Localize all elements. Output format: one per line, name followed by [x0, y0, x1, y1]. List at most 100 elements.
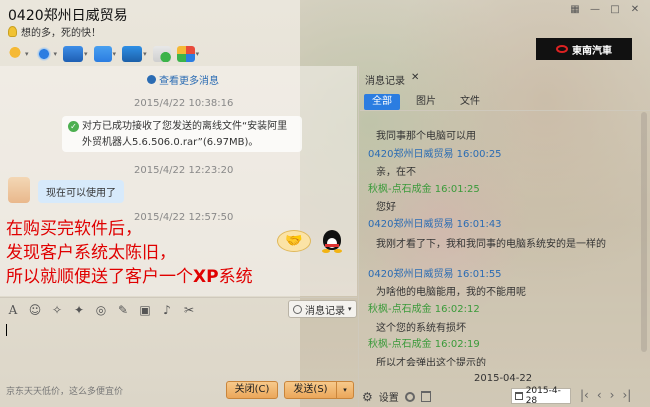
- close-button[interactable]: 关闭(C): [226, 381, 278, 399]
- folder-icon: [93, 46, 112, 62]
- gear-icon[interactable]: ⚙: [362, 390, 373, 404]
- contact-signature: 想的多，死的快！: [21, 28, 101, 39]
- next-page-icon[interactable]: ›: [610, 388, 615, 402]
- lightbulb-icon: [8, 26, 17, 37]
- last-page-icon[interactable]: ›|: [622, 388, 631, 402]
- text-cursor: [6, 324, 7, 336]
- title-bar: 0420郑州日威贸易 想的多，死的快！ ▦ — □ ✕: [0, 0, 650, 40]
- view-more-messages-label: 查看更多消息: [159, 76, 219, 87]
- history-date: 2015-04-22: [474, 373, 533, 384]
- send-button[interactable]: 发送(S) ▾: [284, 381, 354, 399]
- monitor-icon: [63, 46, 84, 62]
- tab-all[interactable]: 全部: [364, 94, 400, 110]
- calendar-icon: [515, 392, 523, 400]
- search-icon[interactable]: [404, 391, 415, 402]
- view-more-messages-link[interactable]: 查看更多消息: [147, 72, 219, 87]
- send-label: 发送(S): [285, 382, 337, 398]
- history-message: 所以才会弹出这个提示的: [376, 358, 486, 366]
- edit-icon[interactable]: ✎: [116, 303, 130, 317]
- history-message: 亲，在不: [376, 167, 416, 178]
- history-sender: 0420郑州日威贸易 16:00:25: [368, 149, 502, 160]
- brand-logo: 東南汽車: [536, 38, 632, 60]
- settings-link[interactable]: 设置: [379, 389, 399, 404]
- magic-wand-icon[interactable]: ✧: [50, 303, 64, 317]
- history-message: 这个您的系统有损坏: [376, 323, 466, 334]
- voice-message-icon[interactable]: ◎: [94, 303, 108, 317]
- minimize-button[interactable]: —: [586, 2, 604, 16]
- screenshot-icon[interactable]: ✂: [182, 303, 196, 317]
- apps-button[interactable]: ▾: [176, 46, 199, 62]
- annotation-line-3-c: 系统: [218, 267, 253, 287]
- history-panel-title: 消息记录: [365, 76, 405, 87]
- camera-icon: [34, 46, 53, 62]
- message-input[interactable]: [0, 321, 357, 377]
- contact-name: 0420郑州日威贸易: [8, 8, 128, 24]
- history-message: 为啥他的电脑能用，我的不能用呢: [376, 287, 526, 298]
- handshake-emoji-icon: 🤝: [277, 230, 311, 252]
- notice-line-2: 外贸机器人5.6.506.0.rar”(6.97MB)。: [82, 137, 259, 148]
- brand-emblem-icon: [556, 45, 568, 53]
- history-panel-close-icon[interactable]: ✕: [411, 72, 419, 87]
- chevron-down-icon: ▾: [348, 305, 352, 313]
- trash-icon[interactable]: [420, 391, 431, 402]
- scrollbar-thumb[interactable]: [641, 112, 647, 352]
- clock-icon: [293, 304, 302, 314]
- date-picker[interactable]: 2015-4-28: [511, 386, 571, 406]
- emoji-icon[interactable]: ☺: [28, 303, 42, 317]
- remote-assist-button[interactable]: ▾: [122, 46, 147, 62]
- signature-row: 想的多，死的快！: [8, 24, 101, 39]
- voice-call-button[interactable]: ▾: [6, 46, 29, 62]
- annotation-line-3-b: XP: [193, 267, 219, 287]
- ad-text[interactable]: 京东天天低价，这么多便宜价: [6, 384, 123, 397]
- window-controls: ▦ — □ ✕: [566, 2, 644, 16]
- first-page-icon[interactable]: |‹: [580, 388, 589, 402]
- message-history-label: 消息记录: [305, 305, 345, 317]
- annotation-overlay: 在购买完软件后， 发现客户系统太陈旧， 所以就顺便送了客户一个XP系统: [6, 217, 253, 289]
- contact-avatar[interactable]: [8, 177, 30, 203]
- history-list: 我同事那个电脑可以用 0420郑州日威贸易 16:00:25 亲，在不 秋枫-点…: [368, 111, 638, 366]
- notice-line-1: 对方已成功接收了您发送的离线文件“安装阿里: [82, 121, 288, 132]
- history-sender: 秋枫-点石成金 16:02:19: [368, 339, 480, 350]
- history-message: 我刚才看了下，我和我同事的电脑系统安的是一样的: [376, 239, 606, 250]
- history-scrollbar[interactable]: [640, 112, 648, 367]
- history-sender: 秋枫-点石成金 16:02:12: [368, 304, 480, 315]
- image-icon[interactable]: ▣: [138, 303, 152, 317]
- date-picker-value: 2015-4-28: [525, 386, 561, 406]
- history-pager: |‹ ‹ › ›|: [580, 388, 631, 402]
- create-group-button[interactable]: [152, 46, 171, 62]
- apps-grid-icon: [176, 46, 195, 62]
- qq-penguin-icon: [320, 228, 344, 254]
- music-icon[interactable]: ♪: [160, 303, 174, 317]
- history-message: 您好: [376, 202, 396, 213]
- annotation-line-3-a: 所以就顺便送了客户一个: [6, 267, 193, 287]
- screen-share-button[interactable]: ▾: [63, 46, 88, 62]
- brand-text: 東南汽車: [572, 45, 612, 57]
- skin-icon[interactable]: ▦: [566, 2, 584, 16]
- history-sender: 0420郑州日威贸易 16:01:43: [368, 219, 502, 230]
- chat-toolbar: ▾ ▾ ▾ ▾ ▾ ▾: [6, 43, 199, 65]
- prev-page-icon[interactable]: ‹: [597, 388, 602, 402]
- remote-desktop-icon: [122, 46, 143, 62]
- tab-files[interactable]: 文件: [452, 94, 488, 110]
- maximize-button[interactable]: □: [606, 2, 624, 16]
- clock-icon: [147, 75, 156, 84]
- message-timestamp: 2015/4/22 10:38:16: [134, 98, 234, 109]
- history-message: 我同事那个电脑可以用: [376, 131, 476, 142]
- video-call-button[interactable]: ▾: [34, 46, 57, 62]
- send-file-button[interactable]: ▾: [93, 46, 116, 62]
- font-icon[interactable]: A: [6, 303, 20, 317]
- history-sender: 0420郑州日威贸易 16:01:55: [368, 269, 502, 280]
- message-bubble: 现在可以使用了: [38, 180, 124, 203]
- send-options-chevron-icon[interactable]: ▾: [337, 382, 353, 398]
- close-window-button[interactable]: ✕: [626, 2, 644, 16]
- message-history-button[interactable]: 消息记录 ▾: [288, 300, 357, 318]
- history-sender: 秋枫-点石成金 16:01:25: [368, 184, 480, 195]
- success-check-icon: ✓: [68, 121, 79, 132]
- shake-icon[interactable]: ✦: [72, 303, 86, 317]
- file-received-notice: ✓ 对方已成功接收了您发送的离线文件“安装阿里 外贸机器人5.6.506.0.ra…: [62, 116, 302, 152]
- message-timestamp: 2015/4/22 12:23:20: [134, 165, 234, 176]
- tab-images[interactable]: 图片: [408, 94, 444, 110]
- microphone-icon: [6, 46, 24, 62]
- add-group-icon: [152, 46, 171, 62]
- history-tabs: 全部 图片 文件: [364, 94, 496, 110]
